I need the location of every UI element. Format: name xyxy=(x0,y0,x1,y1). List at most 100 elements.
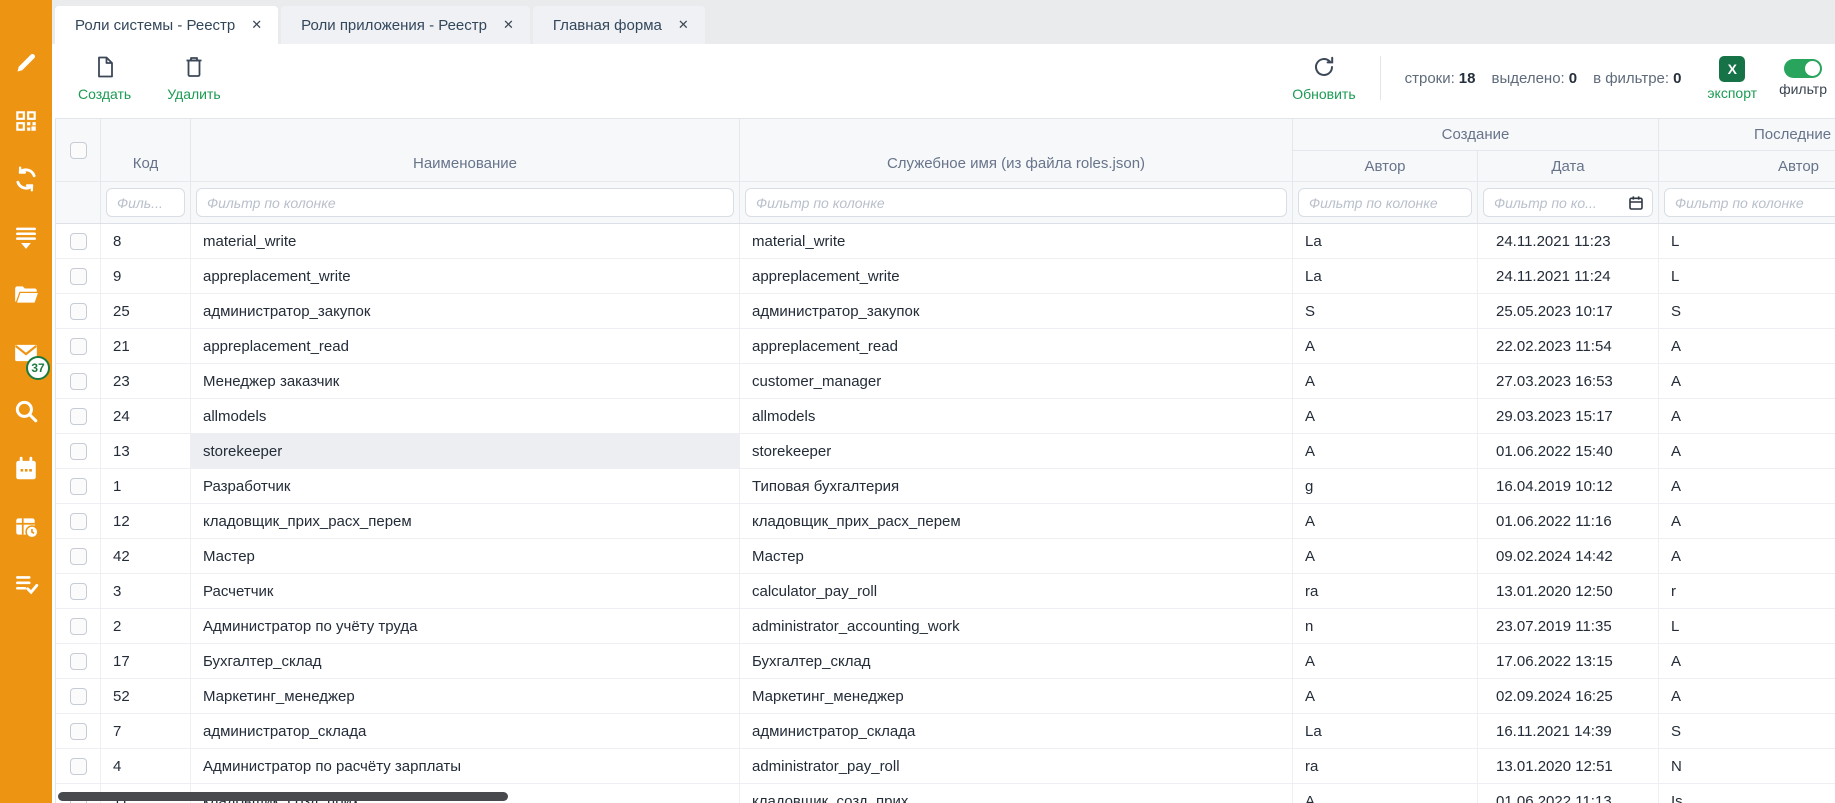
cell-service: Маркетинг_менеджер xyxy=(740,679,1293,713)
qr-code-icon xyxy=(13,108,39,139)
filter-toggle-wrap: фильтр xyxy=(1779,59,1827,97)
sidebar-item-folder[interactable] xyxy=(12,284,40,311)
row-checkbox[interactable] xyxy=(70,373,87,390)
filter-toggle[interactable] xyxy=(1784,59,1822,78)
create-button[interactable]: Создать xyxy=(78,55,131,102)
cell-created-at: 02.09.2024 16:25 xyxy=(1478,679,1659,713)
stat-filtered: в фильтре:0 xyxy=(1593,70,1681,87)
cell-service: Мастер xyxy=(740,539,1293,573)
edit-pencil-icon xyxy=(13,50,39,81)
cell-service: кладовщик_созд_прих xyxy=(740,784,1293,803)
cell-created-by: g xyxy=(1293,469,1478,503)
horizontal-scrollbar[interactable] xyxy=(58,792,508,801)
cell-modified-by: A xyxy=(1659,644,1835,678)
table-row[interactable]: 1 Разработчик Типовая бухгалтерия g 16.0… xyxy=(56,469,1835,504)
row-checkbox[interactable] xyxy=(70,723,87,740)
row-checkbox[interactable] xyxy=(70,618,87,635)
row-checkbox[interactable] xyxy=(70,443,87,460)
table-row[interactable]: 52 Маркетинг_менеджер Маркетинг_менеджер… xyxy=(56,679,1835,714)
row-checkbox[interactable] xyxy=(70,758,87,775)
cell-service: storekeeper xyxy=(740,434,1293,468)
table-row[interactable]: 13 storekeeper storekeeper A 01.06.2022 … xyxy=(56,434,1835,469)
filter-input-author2[interactable] xyxy=(1664,188,1835,217)
cell-created-by: A xyxy=(1293,329,1478,363)
export-button[interactable]: X экспорт xyxy=(1707,56,1757,101)
close-icon[interactable]: ✕ xyxy=(251,17,262,33)
row-checkbox[interactable] xyxy=(70,268,87,285)
cell-name: Администратор по расчёту зарплаты xyxy=(191,749,740,783)
row-checkbox[interactable] xyxy=(70,653,87,670)
cell-modified-by: A xyxy=(1659,329,1835,363)
cell-code: 25 xyxy=(101,294,191,328)
cell-service: Типовая бухгалтерия xyxy=(740,469,1293,503)
folder-open-icon xyxy=(13,282,39,313)
cell-created-at: 24.11.2021 11:23 xyxy=(1478,224,1659,258)
tab-roles-app[interactable]: Роли приложения - Реестр ✕ xyxy=(281,6,530,44)
sidebar-item-export-list[interactable] xyxy=(12,226,40,253)
table-row[interactable]: 24 allmodels allmodels A 29.03.2023 15:1… xyxy=(56,399,1835,434)
column-header-date[interactable]: Дата xyxy=(1478,151,1659,181)
close-icon[interactable]: ✕ xyxy=(678,17,689,33)
refresh-button[interactable]: Обновить xyxy=(1292,55,1355,102)
delete-button[interactable]: Удалить xyxy=(167,55,220,102)
cell-modified-by: A xyxy=(1659,679,1835,713)
cell-created-at: 01.06.2022 11:16 xyxy=(1478,504,1659,538)
filter-input-code[interactable] xyxy=(106,188,185,217)
table-row[interactable]: 25 администратор_закупок администратор_з… xyxy=(56,294,1835,329)
sidebar-item-report-schedule[interactable] xyxy=(12,516,40,543)
sidebar-item-qr[interactable] xyxy=(12,110,40,137)
sidebar-item-mail[interactable]: 37 xyxy=(12,342,40,369)
column-header-name[interactable]: Наименование xyxy=(191,119,740,181)
table-row[interactable]: 7 администратор_склада администратор_скл… xyxy=(56,714,1835,749)
sidebar-item-calendar[interactable] xyxy=(12,458,40,485)
column-header-author2[interactable]: Автор xyxy=(1659,151,1835,181)
sidebar-item-task-checklist[interactable] xyxy=(12,574,40,601)
cell-created-by: ra xyxy=(1293,574,1478,608)
row-checkbox[interactable] xyxy=(70,408,87,425)
row-checkbox[interactable] xyxy=(70,583,87,600)
group-header-creation: Создание xyxy=(1293,119,1659,151)
column-header-service[interactable]: Служебное имя (из файла roles.json) xyxy=(740,119,1293,181)
tab-main-form[interactable]: Главная форма ✕ xyxy=(533,6,705,44)
sidebar-item-search[interactable] xyxy=(12,400,40,427)
sidebar-item-edit[interactable] xyxy=(12,52,40,79)
row-checkbox[interactable] xyxy=(70,688,87,705)
cell-created-at: 01.06.2022 15:40 xyxy=(1478,434,1659,468)
filter-input-service[interactable] xyxy=(745,188,1287,217)
close-icon[interactable]: ✕ xyxy=(503,17,514,33)
table-row[interactable]: 17 Бухгалтер_склад Бухгалтер_склад A 17.… xyxy=(56,644,1835,679)
table-row[interactable]: 3 Расчетчик calculator_pay_roll ra 13.01… xyxy=(56,574,1835,609)
table-row[interactable]: 9 appreplacement_write appreplacement_wr… xyxy=(56,259,1835,294)
table-row[interactable]: 21 appreplacement_read appreplacement_re… xyxy=(56,329,1835,364)
table-row[interactable]: 42 Мастер Мастер A 09.02.2024 14:42 A xyxy=(56,539,1835,574)
row-checkbox[interactable] xyxy=(70,513,87,530)
cell-modified-by: Is xyxy=(1659,784,1835,803)
table-row[interactable]: 4 Администратор по расчёту зарплаты admi… xyxy=(56,749,1835,784)
cell-created-by: A xyxy=(1293,434,1478,468)
filter-input-date[interactable] xyxy=(1483,188,1653,217)
cell-modified-by: A xyxy=(1659,469,1835,503)
filter-input-author[interactable] xyxy=(1298,188,1472,217)
row-checkbox[interactable] xyxy=(70,303,87,320)
cell-name: appreplacement_write xyxy=(191,259,740,293)
row-checkbox[interactable] xyxy=(70,233,87,250)
cell-created-at: 17.06.2022 13:15 xyxy=(1478,644,1659,678)
select-all-checkbox[interactable] xyxy=(70,142,87,159)
table-row[interactable]: 2 Администратор по учёту труда administr… xyxy=(56,609,1835,644)
filter-input-name[interactable] xyxy=(196,188,734,217)
export-list-icon xyxy=(13,224,39,255)
cell-name: material_write xyxy=(191,224,740,258)
tab-roles-system[interactable]: Роли системы - Реестр ✕ xyxy=(55,6,278,44)
row-checkbox[interactable] xyxy=(70,478,87,495)
column-header-author[interactable]: Автор xyxy=(1293,151,1478,181)
row-checkbox[interactable] xyxy=(70,338,87,355)
cell-created-at: 22.02.2023 11:54 xyxy=(1478,329,1659,363)
table-row[interactable]: 12 кладовщик_прих_расх_перем кладовщик_п… xyxy=(56,504,1835,539)
table-row[interactable]: 23 Менеджер заказчик customer_manager A … xyxy=(56,364,1835,399)
row-checkbox[interactable] xyxy=(70,548,87,565)
column-header-code[interactable]: Код xyxy=(101,119,191,181)
cell-code: 17 xyxy=(101,644,191,678)
cell-service: material_write xyxy=(740,224,1293,258)
table-row[interactable]: 8 material_write material_write La 24.11… xyxy=(56,224,1835,259)
sidebar-item-sync[interactable] xyxy=(12,168,40,195)
